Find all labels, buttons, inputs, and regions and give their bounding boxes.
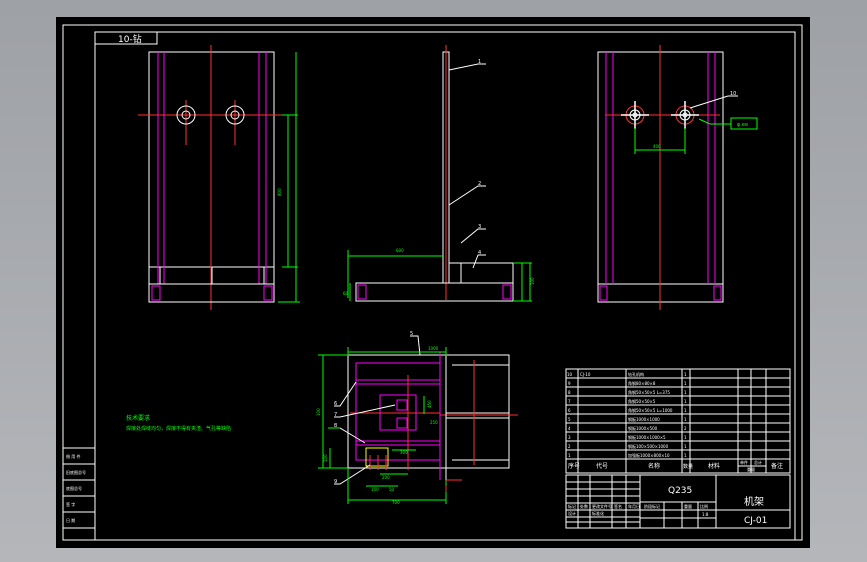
plan-side2-dim: 250 [430, 420, 438, 425]
pl-row-5-name: 钢板1000×1000 [628, 416, 660, 422]
strip-item-2: 旧底图总号 [66, 469, 86, 475]
strip-item-1: 借 用 件 [66, 453, 81, 459]
tb-label-standard: 标准化 [592, 510, 604, 516]
front-view: 800 [138, 45, 300, 310]
pl-row-9-no: 9 [568, 381, 571, 386]
pl-header-qty: 数量 [683, 463, 693, 470]
tb-label-design: 设计 [568, 510, 576, 516]
plan-view: 5 6 7 8 9 1000 100 100 700 150 50 200 30… [316, 331, 518, 505]
pl-row-4-qty: 2 [684, 426, 687, 431]
pl-row-10-name: 钻孔机构 [628, 371, 644, 377]
pl-header-remark: 备注 [771, 462, 783, 470]
plan-depth-dim: 700 [392, 500, 400, 505]
pl-header-code: 代号 [596, 462, 608, 470]
pl-row-9-qty: 1 [684, 381, 687, 386]
part-label-5: 5 [410, 331, 413, 337]
plan-small-2-dim: 150 [371, 487, 379, 492]
pl-header-no: 序号 [568, 462, 580, 470]
pl-header-unit: 单件 [740, 459, 748, 465]
part-label-2: 2 [478, 181, 481, 187]
pl-row-2-name: 钢板100×500×1000 [628, 443, 669, 449]
tech-notes-heading: 技术要求 [126, 414, 150, 422]
plan-small-4-dim: 200 [382, 475, 390, 480]
pl-row-1-no: 1 [568, 453, 571, 458]
left-strip-table: 借 用 件 旧底图总号 底图总号 签 字 日 期 [62, 447, 96, 541]
plan-small-3-dim: 50 [389, 487, 395, 492]
plan-left-dim: 100 [316, 408, 321, 416]
pl-row-3-name: 钢板1000×1000×5 [628, 434, 666, 440]
tb-label-count: 处数 [580, 503, 588, 509]
side-view: 1 2 3 4 600 60 100 [343, 45, 535, 302]
pl-row-3-qty: 1 [684, 435, 687, 440]
pl-header-material: 材料 [708, 462, 720, 470]
tb-label-ratio: 比例 [700, 503, 708, 509]
title-block: 标记 处数 更改文件号 签名 年月日 设计 标准化 阶段标记 重量 比例 1:8… [565, 474, 791, 529]
plan-side-dim: 450 [427, 400, 432, 408]
tb-drawing-name: 机架 [744, 495, 764, 508]
part-label-9: 9 [334, 479, 337, 485]
part-label-4: 4 [478, 250, 481, 256]
tolerance-tag: φ.ee [737, 122, 748, 128]
pl-row-7-qty: 1 [684, 399, 687, 404]
tb-label-date: 年月日 [628, 503, 640, 509]
pl-row-5-qty: 1 [684, 417, 687, 422]
pl-header-total: 总计 [754, 459, 762, 465]
pl-row-9-name: 角钢80×80×8 [628, 380, 656, 386]
tb-drawing-code: CJ-01 [744, 516, 767, 526]
part-label-7: 7 [334, 412, 337, 418]
part-label-10: 10 [730, 91, 736, 97]
pl-row-1-qty: 1 [684, 453, 687, 458]
tech-notes-line: 焊接处焊缝均匀，焊接不得有夹渣、气孔等缺陷 [126, 425, 231, 432]
pl-row-8-qty: 1 [684, 390, 687, 395]
pl-row-10-code: CJ-10 [580, 372, 591, 377]
pl-row-7-no: 7 [568, 399, 571, 404]
cad-drawing: 10-钻 800 1 2 3 4 600 60 100 10 400 φ.ee … [62, 24, 803, 541]
base-height-dim: 60 [343, 291, 349, 296]
tb-label-change: 更改文件号 [592, 503, 612, 509]
rear-view: 10 400 φ.ee [597, 45, 758, 310]
part-label-1: 1 [478, 59, 481, 65]
side-right-dim: 100 [530, 277, 535, 285]
pl-header-name: 名称 [648, 462, 660, 470]
pl-row-1-name: 加强板1000×800×10 [628, 452, 670, 458]
strip-item-4: 签 字 [66, 501, 75, 507]
pl-row-4-no: 4 [568, 426, 571, 431]
tb-label-sign: 签名 [614, 503, 622, 509]
tb-scale: 1:8 [702, 512, 709, 517]
pl-row-8-name: 角钢50×50×5 L=375 [628, 389, 670, 395]
plan-inner-dim: 300 [400, 450, 408, 455]
tb-label-stage: 阶段标记 [644, 503, 660, 509]
hole-spacing-dim: 400 [653, 144, 661, 149]
label-box-text: 10-钻 [118, 33, 142, 45]
pl-row-2-no: 2 [568, 444, 571, 449]
pl-row-6-name: 角钢50×50×5 L=1000 [628, 407, 673, 413]
part-label-3: 3 [478, 224, 481, 230]
tb-label-weight: 重量 [684, 503, 692, 509]
pl-row-6-qty: 1 [684, 408, 687, 413]
pl-row-3-no: 3 [568, 435, 571, 440]
strip-item-3: 底图总号 [66, 485, 82, 491]
pl-row-4-name: 钢板1000×500 [628, 425, 658, 431]
front-height-dim: 800 [277, 188, 282, 196]
strip-item-5: 日 期 [66, 517, 75, 523]
pl-row-10-no: 10 [567, 372, 573, 377]
pl-row-6-no: 6 [568, 408, 571, 413]
tb-material: Q235 [668, 486, 692, 496]
part-label-6: 6 [334, 401, 337, 407]
pl-row-2-qty: 1 [684, 444, 687, 449]
pl-row-8-no: 8 [568, 390, 571, 395]
pl-row-5-no: 5 [568, 417, 571, 422]
base-length-dim: 600 [396, 248, 404, 253]
pl-row-10-qty: 1 [684, 372, 687, 377]
parts-list: 10 CJ-10 钻孔机构 1 9 角钢80×80×8 1 8 角钢50×50×… [565, 368, 791, 474]
plan-small-1-dim: 100 [323, 454, 328, 462]
pl-header-weight: 重量 [747, 466, 755, 472]
pl-row-7-name: 角钢50×50×5 [628, 398, 656, 404]
plan-width-dim: 1000 [428, 346, 439, 351]
tb-label-mark: 标记 [568, 503, 576, 509]
